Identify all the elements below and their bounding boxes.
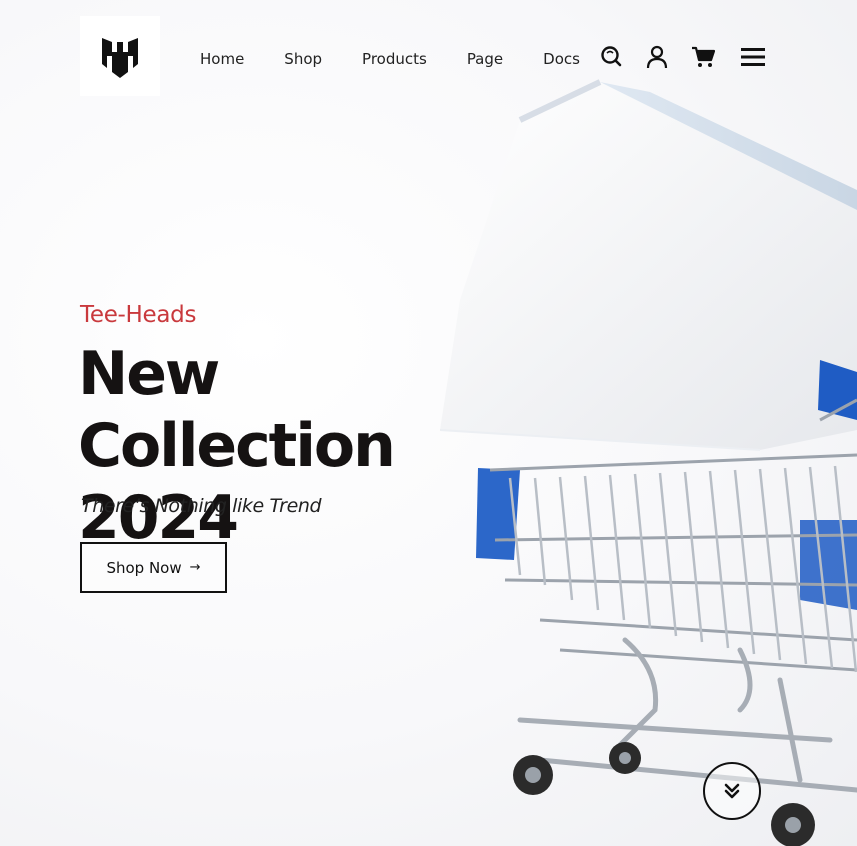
- hero-section: Home Shop Products Page Docs Tee-Heads N…: [0, 0, 857, 846]
- main-nav: Home Shop Products Page Docs: [200, 48, 620, 70]
- menu-icon[interactable]: [740, 44, 766, 70]
- shop-now-label: Shop Now: [106, 558, 182, 577]
- hero-tagline: There’s Nothing like Trend: [81, 495, 322, 517]
- arrow-right-icon: →: [189, 560, 201, 575]
- hero-headline-line1: New Collection: [78, 339, 396, 481]
- user-icon[interactable]: [644, 44, 670, 70]
- chevrons-down-icon: [724, 783, 740, 799]
- header-actions: [598, 44, 766, 70]
- scroll-down-button[interactable]: [703, 762, 761, 820]
- shop-now-button[interactable]: Shop Now →: [80, 542, 227, 593]
- cart-icon[interactable]: [690, 44, 716, 70]
- hero-eyebrow: Tee-Heads: [80, 302, 197, 328]
- brand-logo[interactable]: [80, 16, 160, 96]
- nav-item-shop[interactable]: Shop: [284, 48, 322, 70]
- nav-item-page[interactable]: Page: [467, 48, 503, 70]
- nav-item-home[interactable]: Home: [200, 48, 244, 70]
- nav-item-docs[interactable]: Docs: [543, 48, 580, 70]
- hero-headline: New Collection 2024: [78, 338, 548, 554]
- search-icon[interactable]: [598, 44, 624, 70]
- nav-item-products[interactable]: Products: [362, 48, 427, 70]
- brand-logo-icon: [102, 38, 138, 78]
